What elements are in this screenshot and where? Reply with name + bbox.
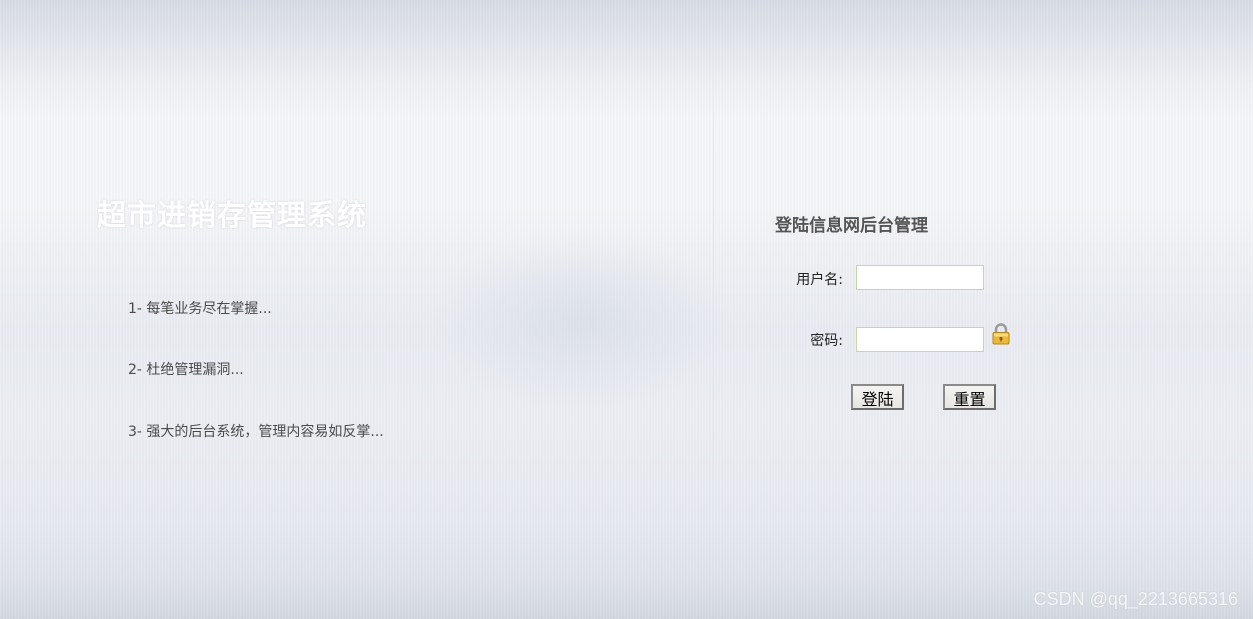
watermark-text: CSDN @qq_2213665316 xyxy=(1033,589,1238,609)
feature-item-3: 3- 强大的后台系统，管理内容易如反掌... xyxy=(128,424,384,440)
password-input[interactable] xyxy=(856,327,984,352)
feature-item-1: 1- 每笔业务尽在掌握... xyxy=(128,301,272,317)
login-title: 登陆信息网后台管理 xyxy=(775,216,928,236)
background-glow xyxy=(430,230,730,410)
reset-button[interactable]: 重置 xyxy=(943,384,996,410)
system-title: 超市进销存管理系统 xyxy=(97,198,368,232)
panel-divider xyxy=(713,65,714,525)
lock-icon xyxy=(991,323,1011,345)
login-button[interactable]: 登陆 xyxy=(851,384,904,410)
username-label: 用户名: xyxy=(796,272,843,288)
feature-item-2: 2- 杜绝管理漏洞... xyxy=(128,362,244,378)
username-input[interactable] xyxy=(856,265,984,290)
password-label: 密码: xyxy=(810,333,843,349)
